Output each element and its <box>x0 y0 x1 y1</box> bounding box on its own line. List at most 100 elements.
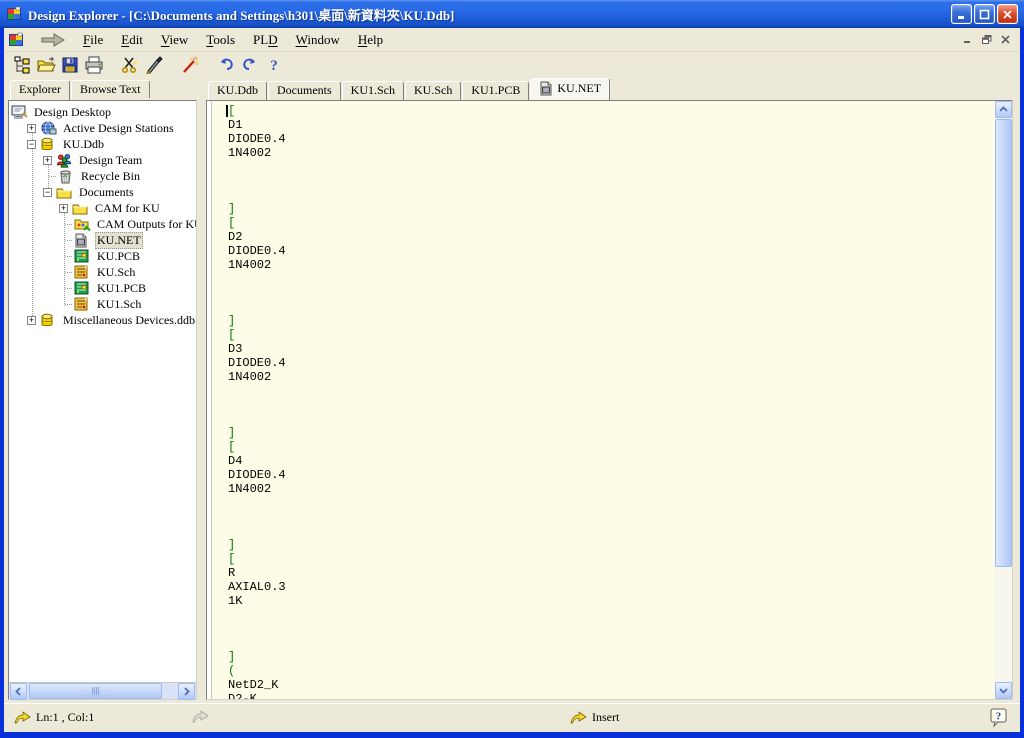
netlist-line <box>228 608 995 622</box>
doc-tab-ku-ddb[interactable]: KU.Ddb <box>208 81 267 100</box>
undo-button[interactable] <box>214 54 238 76</box>
help-balloon-button[interactable]: ? <box>989 708 1008 728</box>
netlist-line <box>228 188 995 202</box>
wand-button[interactable] <box>178 54 202 76</box>
netlist-line <box>228 160 995 174</box>
minimize-button[interactable] <box>951 4 972 24</box>
menu-file[interactable]: File <box>74 30 112 50</box>
tree-item-label: KU1.PCB <box>95 281 148 296</box>
title-bar: Design Explorer - [C:\Documents and Sett… <box>0 0 1024 28</box>
netdoc-icon <box>74 232 91 248</box>
netlist-line <box>228 622 995 636</box>
explorer-toggle-button[interactable] <box>10 54 34 76</box>
tree-item-ku-ddb[interactable]: −KU.Ddb <box>9 136 196 152</box>
cut-button[interactable] <box>118 54 142 76</box>
panel-tab-browse-text[interactable]: Browse Text <box>71 80 150 98</box>
print-button[interactable] <box>82 54 106 76</box>
doc-tab-documents[interactable]: Documents <box>268 81 341 100</box>
tree-item-label: Design Desktop <box>32 105 113 120</box>
expand-box[interactable]: + <box>27 124 36 133</box>
collapse-box[interactable]: − <box>27 140 36 149</box>
save-button[interactable] <box>58 54 82 76</box>
netlist-line: 1K <box>228 594 995 608</box>
pcb-icon <box>74 280 91 296</box>
maximize-icon <box>979 9 990 20</box>
editor-vertical-scrollbar[interactable] <box>995 101 1012 699</box>
tree-item-ku1-sch[interactable]: KU1.Sch <box>9 296 196 312</box>
scroll-right-button[interactable] <box>178 683 195 700</box>
tree-item-label: KU.NET <box>95 232 143 249</box>
mdi-restore-button[interactable] <box>978 32 995 47</box>
tree-item-recycle-bin[interactable]: Recycle Bin <box>9 168 196 184</box>
open-folder-button[interactable] <box>34 54 58 76</box>
sch-icon <box>74 296 91 312</box>
netlist-line: AXIAL0.3 <box>228 580 995 594</box>
netlist-line: 1N4002 <box>228 370 995 384</box>
tab-label: KU.Sch <box>414 83 452 98</box>
tree-item-ku1-pcb[interactable]: KU1.PCB <box>9 280 196 296</box>
database-icon <box>40 136 57 152</box>
menu-pld[interactable]: PLD <box>244 30 287 50</box>
tree-item-label: Miscellaneous Devices.ddb <box>61 313 196 328</box>
tree-item-miscellaneous-devices-ddb[interactable]: + Miscellaneous Devices.ddb <box>9 312 196 328</box>
tree-item-cam-outputs-for-ku[interactable]: CAM Outputs for KU <box>9 216 196 232</box>
tree-item-label: Recycle Bin <box>79 169 142 184</box>
doc-tab-ku1-sch[interactable]: KU1.Sch <box>342 81 404 100</box>
menu-help[interactable]: Help <box>349 30 392 50</box>
editor-scroll-thumb[interactable] <box>995 119 1012 567</box>
tab-label: Documents <box>277 83 332 98</box>
tab-label: Explorer <box>19 82 61 97</box>
tab-label: KU.NET <box>557 81 601 96</box>
panel-tab-explorer[interactable]: Explorer <box>10 80 70 100</box>
scroll-left-button[interactable] <box>10 683 27 700</box>
close-button[interactable] <box>997 4 1018 24</box>
mdi-minimize-button[interactable] <box>959 32 976 47</box>
expand-box[interactable]: + <box>27 316 36 325</box>
redo-icon <box>241 57 259 73</box>
paste-button[interactable] <box>142 54 166 76</box>
tree-item-active-design-stations[interactable]: +Active Design Stations <box>9 120 196 136</box>
netlist-line: D3 <box>228 342 995 356</box>
expand-box[interactable]: + <box>43 156 52 165</box>
help-button[interactable]: ? <box>262 54 286 76</box>
netlist-line <box>228 300 995 314</box>
tree-item-ku-sch[interactable]: KU.Sch <box>9 264 196 280</box>
design-explorer-window: Design Explorer - [C:\Documents and Sett… <box>0 0 1024 738</box>
tree-scroll-thumb[interactable] <box>29 683 162 699</box>
redo-button[interactable] <box>238 54 262 76</box>
tree-item-ku-net[interactable]: KU.NET <box>9 232 196 248</box>
netlist-line <box>228 636 995 650</box>
collapse-box[interactable]: − <box>43 188 52 197</box>
menu-tools[interactable]: Tools <box>197 30 244 50</box>
tree-item-documents[interactable]: −Documents <box>9 184 196 200</box>
scroll-up-button[interactable] <box>995 101 1012 118</box>
svg-text:?: ? <box>996 711 1002 723</box>
tree-item-ku-pcb[interactable]: KU.PCB <box>9 248 196 264</box>
mdi-close-button[interactable] <box>997 32 1014 47</box>
paste-icon <box>145 56 163 74</box>
undo-icon <box>217 57 235 73</box>
tree-connector-stub <box>65 256 72 257</box>
menu-edit[interactable]: Edit <box>112 30 152 50</box>
netlist-text-area[interactable]: [D1DIODE0.41N4002 ][D2DIODE0.41N4002 ][D… <box>213 101 995 699</box>
doc-tab-ku1-pcb[interactable]: KU1.PCB <box>462 81 529 100</box>
tree-item-design-team[interactable]: +Design Team <box>9 152 196 168</box>
tree-horizontal-scrollbar[interactable] <box>9 682 196 699</box>
maximize-button[interactable] <box>974 4 995 24</box>
expand-box[interactable]: + <box>59 204 68 213</box>
tree-item-label: CAM for KU <box>93 201 162 216</box>
system-menu-icon[interactable] <box>8 32 24 48</box>
document-menu-arrow-icon[interactable] <box>40 33 66 47</box>
netlist-line: [ <box>228 216 995 230</box>
tree-item-design-desktop[interactable]: Design Desktop <box>9 104 196 120</box>
tab-label: KU1.PCB <box>471 83 520 98</box>
help-icon: ? <box>267 57 281 73</box>
scroll-down-button[interactable] <box>995 682 1012 699</box>
panel-tab-strip: Explorer Browse Text <box>10 80 151 100</box>
netlist-line <box>228 272 995 286</box>
menu-window[interactable]: Window <box>287 30 349 50</box>
doc-tab-ku-net[interactable]: KU.NET <box>530 78 610 100</box>
menu-view[interactable]: View <box>152 30 197 50</box>
tree-item-cam-for-ku[interactable]: + CAM for KU <box>9 200 196 216</box>
doc-tab-ku-sch[interactable]: KU.Sch <box>405 81 461 100</box>
